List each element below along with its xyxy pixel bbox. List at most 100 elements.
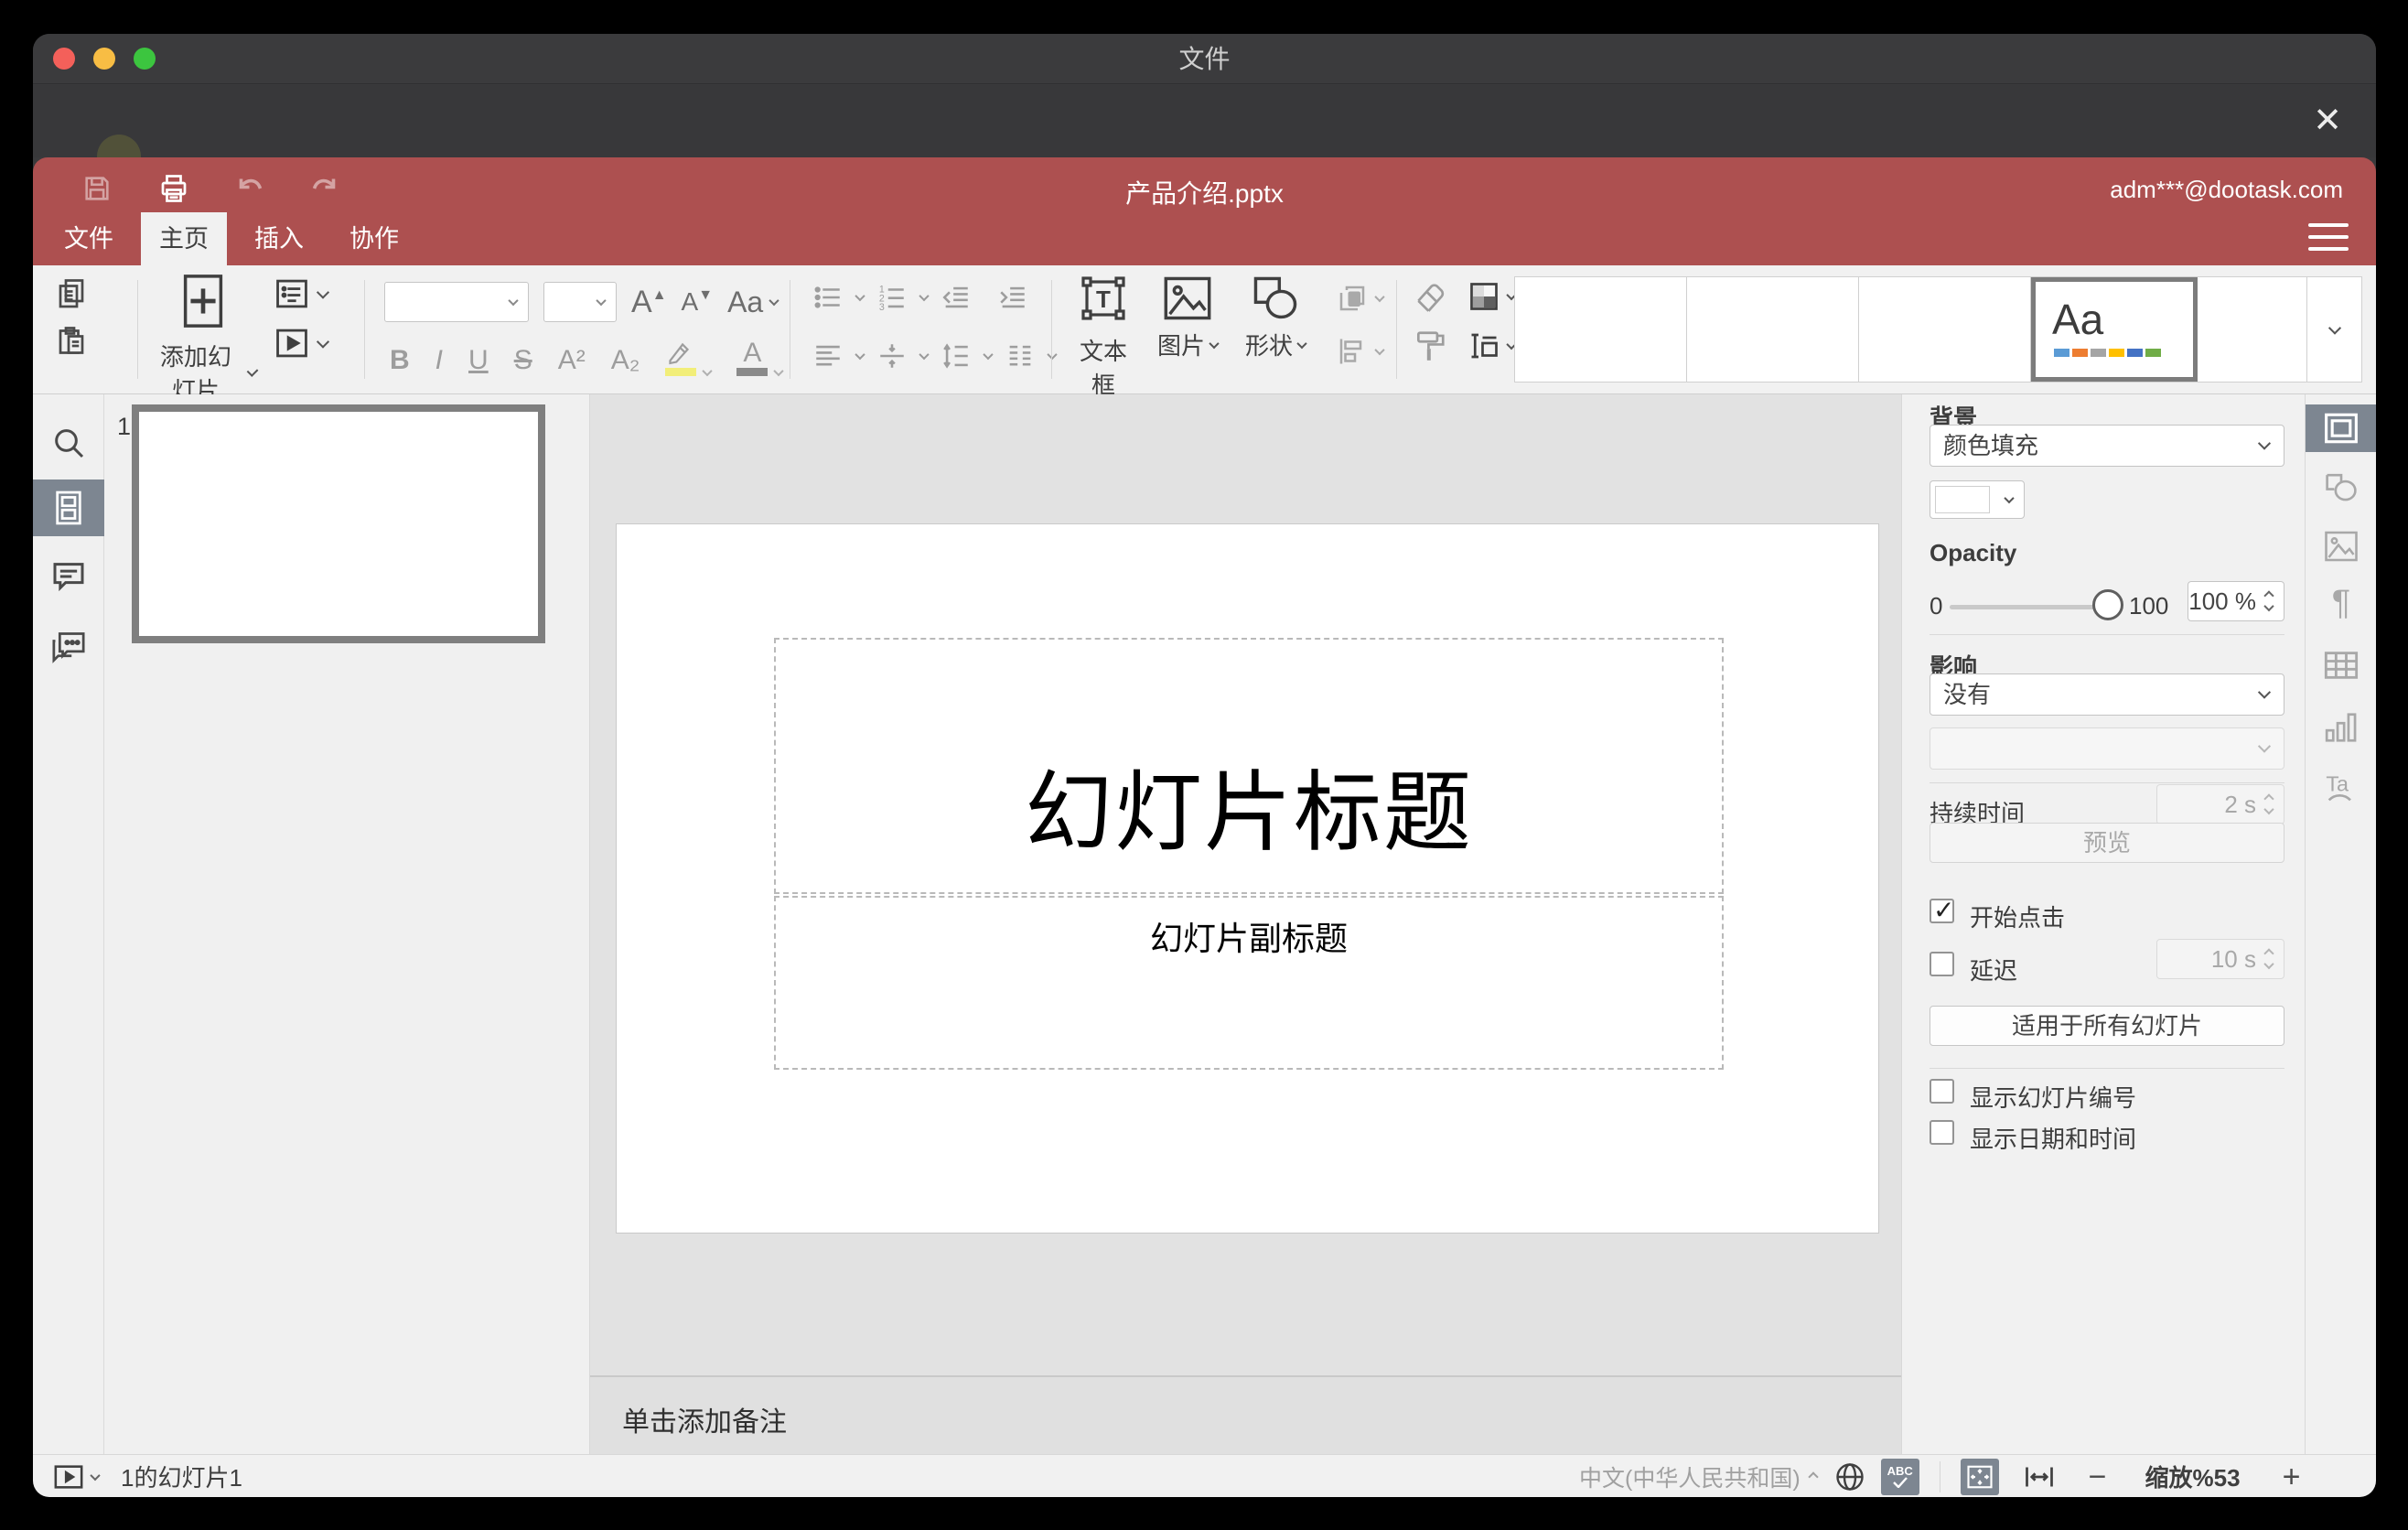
clear-style-icon[interactable] bbox=[1413, 280, 1447, 313]
main-area: 1 幻灯片标题 幻灯片副标题 单击添加备注 背景 颜色填充 Opacity 0 … bbox=[33, 394, 2376, 1454]
document-title: 产品介绍.pptx bbox=[1125, 179, 1284, 208]
start-on-click-row: 开始点击 bbox=[1902, 895, 2305, 932]
notes-area[interactable]: 单击添加备注 bbox=[590, 1375, 1901, 1454]
subbar: ✕ bbox=[33, 85, 2376, 178]
table-settings-icon[interactable] bbox=[2306, 641, 2376, 689]
zoom-in-button[interactable]: + bbox=[2283, 1459, 2301, 1495]
insert-textbox-button[interactable]: T 文本框 bbox=[1069, 275, 1138, 401]
bold-button[interactable]: B bbox=[390, 345, 410, 376]
slide-size-button[interactable] bbox=[1467, 329, 1517, 362]
opacity-value-input[interactable]: 100 % bbox=[2188, 581, 2284, 621]
hamburger-menu-icon[interactable] bbox=[2308, 223, 2349, 251]
delay-checkbox[interactable] bbox=[1930, 952, 1954, 976]
delay-input[interactable]: 10 s bbox=[2156, 939, 2284, 979]
insert-image-button[interactable]: 图片 bbox=[1151, 275, 1224, 361]
comments-icon[interactable] bbox=[33, 548, 104, 605]
start-on-click-checkbox[interactable] bbox=[1930, 895, 1954, 925]
shape-settings-icon[interactable] bbox=[2306, 464, 2376, 512]
fit-to-slide-toggle[interactable] bbox=[1960, 1458, 1999, 1495]
document-language-icon[interactable] bbox=[1833, 1460, 1866, 1493]
theme-thumbnail[interactable] bbox=[1687, 277, 1859, 382]
paste-icon[interactable] bbox=[55, 324, 88, 357]
tab-collaboration[interactable]: 协作 bbox=[331, 212, 417, 265]
slide-editor[interactable]: 幻灯片标题 幻灯片副标题 bbox=[616, 523, 1879, 1234]
decrease-indent-icon[interactable] bbox=[941, 282, 972, 313]
delay-label: 延迟 bbox=[1970, 957, 2018, 985]
title-placeholder[interactable]: 幻灯片标题 bbox=[774, 638, 1724, 894]
slides-panel-icon[interactable] bbox=[33, 479, 104, 536]
decrease-font-size-button[interactable]: A ▼ bbox=[682, 287, 714, 317]
apply-to-all-slides-button[interactable]: 适用于所有幻灯片 bbox=[1930, 1006, 2284, 1046]
numbered-list-icon[interactable]: 123 bbox=[876, 282, 908, 313]
duration-input[interactable]: 2 s bbox=[2156, 784, 2284, 824]
show-date-time-checkbox[interactable] bbox=[1930, 1120, 1954, 1145]
background-fill-select[interactable]: 颜色填充 bbox=[1930, 425, 2284, 467]
show-slide-number-checkbox[interactable] bbox=[1930, 1079, 1954, 1104]
insert-shape-button[interactable]: 形状 bbox=[1237, 275, 1314, 361]
window-title: 文件 bbox=[1178, 45, 1231, 73]
subtitle-placeholder[interactable]: 幻灯片副标题 bbox=[774, 896, 1724, 1070]
underline-button[interactable]: U bbox=[468, 345, 489, 376]
show-slide-number-label: 显示幻灯片编号 bbox=[1970, 1084, 2137, 1112]
bullet-list-icon[interactable] bbox=[812, 282, 844, 313]
document-header: 产品介绍.pptx adm***@dootask.com 文件 主页 插入 协作 bbox=[33, 157, 2376, 265]
change-layout-button[interactable] bbox=[274, 278, 330, 309]
effect-select[interactable]: 没有 bbox=[1930, 673, 2284, 716]
copy-style-icon[interactable] bbox=[1413, 329, 1447, 362]
font-color-button[interactable]: A bbox=[736, 339, 785, 377]
start-slideshow-status-button[interactable] bbox=[53, 1463, 101, 1491]
background-color-picker[interactable] bbox=[1930, 480, 2025, 519]
textart-settings-icon[interactable]: Ta bbox=[2306, 764, 2376, 812]
theme-thumbnail[interactable] bbox=[1859, 277, 2031, 382]
image-settings-icon[interactable] bbox=[2306, 523, 2376, 570]
increase-indent-icon[interactable] bbox=[997, 282, 1028, 313]
tab-home[interactable]: 主页 bbox=[141, 212, 227, 265]
theme-thumbnail-selected[interactable]: Aa bbox=[2031, 277, 2198, 382]
tab-insert[interactable]: 插入 bbox=[236, 212, 322, 265]
effect-type-select[interactable] bbox=[1930, 727, 2284, 770]
add-slide-icon[interactable] bbox=[150, 273, 256, 329]
strikeout-button[interactable]: S bbox=[514, 345, 532, 376]
chat-icon[interactable] bbox=[33, 619, 104, 675]
zoom-out-button[interactable]: − bbox=[2089, 1459, 2107, 1495]
start-slideshow-button[interactable] bbox=[274, 328, 330, 359]
horizontal-align-icon[interactable] bbox=[812, 340, 844, 372]
line-spacing-icon[interactable] bbox=[941, 340, 972, 372]
close-icon[interactable]: ✕ bbox=[2305, 98, 2350, 144]
svg-text:3: 3 bbox=[879, 302, 885, 313]
arrange-shape-button[interactable] bbox=[1336, 282, 1385, 315]
increase-font-size-button[interactable]: A ▲ bbox=[631, 285, 667, 320]
language-caret-icon[interactable] bbox=[1807, 1469, 1819, 1485]
vertical-align-icon[interactable] bbox=[876, 340, 908, 372]
font-size-combo[interactable] bbox=[543, 282, 617, 322]
zoom-level-label: 缩放%53 bbox=[2145, 1464, 2241, 1492]
columns-icon[interactable] bbox=[1005, 340, 1036, 372]
theme-thumbnail[interactable] bbox=[1515, 277, 1687, 382]
theme-thumbnail[interactable] bbox=[2198, 277, 2306, 382]
account-email[interactable]: adm***@dootask.com bbox=[2110, 176, 2343, 204]
align-shape-button[interactable] bbox=[1336, 335, 1385, 368]
font-name-combo[interactable] bbox=[384, 282, 529, 322]
subscript-button[interactable]: A₂ bbox=[611, 345, 640, 376]
fit-to-width-icon[interactable] bbox=[2023, 1462, 2056, 1492]
superscript-button[interactable]: A² bbox=[558, 345, 586, 376]
language-label[interactable]: 中文(中华人民共和国) bbox=[1579, 1460, 1801, 1493]
preview-button[interactable]: 预览 bbox=[1930, 823, 2284, 863]
spellcheck-toggle[interactable]: ABC bbox=[1880, 1458, 1919, 1495]
opacity-slider-handle[interactable] bbox=[2092, 589, 2123, 620]
right-icon-rail: ¶ Ta bbox=[2305, 394, 2376, 1454]
chart-settings-icon[interactable] bbox=[2306, 704, 2376, 751]
paragraph-settings-icon[interactable]: ¶ bbox=[2306, 579, 2376, 627]
slide-settings-icon[interactable] bbox=[2306, 404, 2376, 452]
copy-icon[interactable] bbox=[55, 276, 88, 309]
italic-button[interactable]: I bbox=[435, 345, 443, 376]
opacity-slider-track[interactable] bbox=[1950, 605, 2107, 609]
change-case-button[interactable]: Aa bbox=[727, 286, 779, 319]
slide-thumbnail-selected[interactable] bbox=[132, 404, 545, 643]
toolbar: 添加幻灯片 A ▲ A ▼ Aa B I U S A² A₂ A 1 2 3 T… bbox=[33, 265, 2376, 404]
search-icon[interactable] bbox=[33, 415, 104, 471]
theme-gallery-expand-icon[interactable] bbox=[2306, 277, 2361, 382]
color-scheme-button[interactable] bbox=[1467, 280, 1517, 313]
tab-file[interactable]: 文件 bbox=[46, 212, 132, 265]
highlight-color-button[interactable] bbox=[665, 340, 714, 377]
